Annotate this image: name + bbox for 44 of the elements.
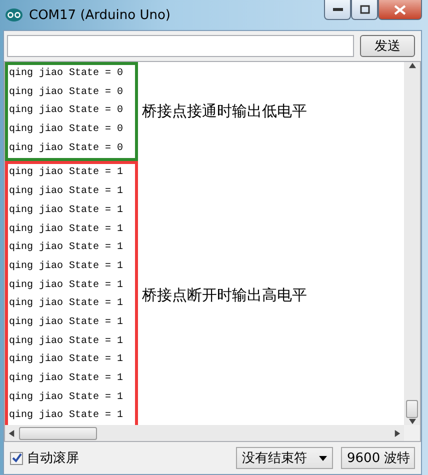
output-line: qing jiao State = 1 [9,334,124,349]
checkbox-icon[interactable] [10,452,23,464]
autoscroll-checkbox[interactable]: 自动滚屏 [10,449,79,467]
window-title: COM17 (Arduino Uno) [29,8,170,22]
close-button[interactable] [378,0,422,20]
autoscroll-label: 自动滚屏 [27,450,79,467]
output-line: qing jiao State = 1 [9,184,124,200]
app-logo-icon [5,8,23,22]
output-line: qing jiao State = 1 [9,166,124,180]
scroll-thumb[interactable] [406,400,418,418]
output-line: qing jiao State = 0 [9,86,124,100]
baud-rate-dropdown[interactable]: 9600 波特 [341,447,415,469]
send-button[interactable]: 发送 [360,35,415,57]
output-line: qing jiao State = 1 [9,390,124,405]
output-line: qing jiao State = 0 [9,142,124,156]
output-line: qing jiao State = 0 [9,122,124,138]
scroll-left-icon[interactable] [8,430,15,436]
scroll-thumb[interactable] [19,426,97,440]
close-icon [394,4,406,14]
output-line: qing jiao State = 0 [9,104,124,118]
vertical-scrollbar[interactable] [404,62,420,425]
send-input-field[interactable] [7,35,354,57]
output-line: qing jiao State = 1 [9,408,124,424]
line-ending-dropdown[interactable]: 没有结束符 [236,447,333,469]
annotation-note: 桥接点接通时输出低电平 [142,102,307,122]
maximize-icon [360,5,370,14]
minimize-button[interactable] [324,0,351,20]
caret-icon [319,456,327,460]
output-line: qing jiao State = 1 [9,352,124,368]
annotation-note: 桥接点断开时输出高电平 [142,286,307,305]
output-line: qing jiao State = 1 [9,316,124,330]
output-line: qing jiao State = 1 [9,296,124,312]
output-line: qing jiao State = 1 [9,222,124,236]
output-line: qing jiao State = 1 [9,204,124,218]
output-line: qing jiao State = 0 [9,66,124,81]
scroll-right-icon[interactable] [394,430,401,436]
output-line: qing jiao State = 1 [9,240,124,256]
output-line: qing jiao State = 1 [9,260,124,274]
minimize-icon [332,8,342,12]
scroll-up-icon[interactable] [408,62,416,69]
maximize-button[interactable] [351,0,378,20]
output-line: qing jiao State = 1 [9,278,124,293]
output-line: qing jiao State = 1 [9,372,124,386]
horizontal-scrollbar[interactable] [5,425,404,441]
